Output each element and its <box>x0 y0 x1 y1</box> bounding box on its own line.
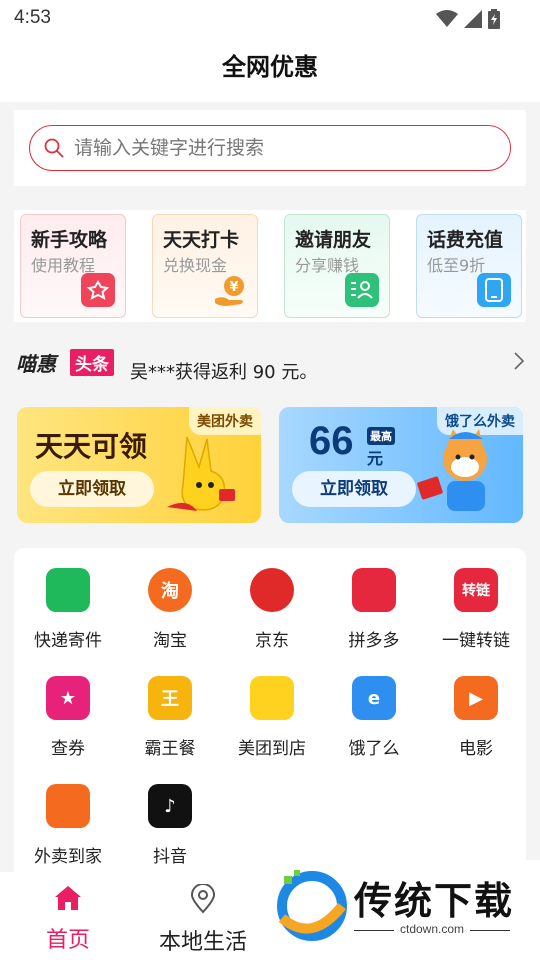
card-invite-friends[interactable]: 邀请朋友 分享赚钱 <box>284 214 390 318</box>
grid-item-taobao[interactable]: 淘淘宝 <box>119 568 221 651</box>
watermark-text: 传统下载 <box>354 879 515 923</box>
grid-item-pinduoduo[interactable]: 拼多多 <box>323 568 425 651</box>
search-input[interactable] <box>74 134 494 162</box>
invite-icon <box>345 273 379 307</box>
news-logo: 喵惠 <box>16 352 56 376</box>
coupon-icon: ★ <box>46 676 90 720</box>
grid-item-label: 查券 <box>51 739 85 759</box>
grid-item-label: 抖音 <box>153 847 187 867</box>
grid-item-package[interactable]: 快递寄件 <box>17 568 119 651</box>
page-title: 全网优惠 <box>222 53 318 81</box>
grid-item-label: 霸王餐 <box>144 739 196 759</box>
pinduoduo-icon <box>352 568 396 612</box>
banner-headline: 天天可领 <box>35 430 148 463</box>
grid-item-jd[interactable]: 京东 <box>221 568 323 651</box>
status-bar: 4:53 <box>0 0 540 38</box>
grid-item-label: 饿了么 <box>348 739 400 759</box>
watermark-logo-icon <box>277 870 347 941</box>
grid-item-label: 电影 <box>459 739 493 759</box>
grid-item-movie[interactable]: ▶ 电影 <box>425 676 527 759</box>
svg-text:¥: ¥ <box>229 280 238 295</box>
phone-icon <box>477 273 511 307</box>
signal-icon <box>464 10 482 28</box>
grid-icon-glyph: 淘 <box>161 581 179 602</box>
grid-item-meal[interactable]: 王霸王餐 <box>119 676 221 759</box>
tab-home[interactable]: 首页 <box>8 884 128 954</box>
claim-button[interactable]: 立即领取 <box>292 471 416 507</box>
movie-icon: ▶ <box>454 676 498 720</box>
grid-item-meituan[interactable]: 美团到店 <box>221 676 323 759</box>
chevron-right-icon <box>514 352 524 370</box>
status-time: 4:53 <box>14 7 51 28</box>
convert-link-icon: 转链 <box>454 568 498 612</box>
services-grid: 快递寄件淘淘宝 京东 拼多多 转链 一键转链 ★ 查券王霸王餐 美团到店 e 饿了么 ▶ 电影 外卖到家… <box>14 548 526 878</box>
grid-icon-glyph: ★ <box>59 687 77 709</box>
jd-icon <box>250 568 294 612</box>
gift-icon <box>81 273 115 307</box>
divider <box>470 930 510 931</box>
grid-item-convert-link[interactable]: 转链 一键转链 <box>425 568 527 651</box>
grid-item-coupon[interactable]: ★ 查券 <box>17 676 119 759</box>
news-tag: 头条 <box>70 349 114 376</box>
wifi-icon <box>436 10 458 27</box>
grid-icon-glyph: 王 <box>161 689 179 710</box>
shiba-mascot-icon <box>417 429 487 511</box>
card-phone-recharge[interactable]: 话费充值 低至9折 <box>416 214 522 318</box>
status-icons <box>436 9 500 29</box>
card-daily-checkin[interactable]: 天天打卡 兑换现金 ¥ <box>152 214 258 318</box>
news-text: 吴***获得返利 90 元。 <box>130 362 318 383</box>
tab-label: 本地生活 <box>158 930 247 955</box>
card-beginner-guide[interactable]: 新手攻略 使用教程 <box>20 214 126 318</box>
coin-hand-icon: ¥ <box>213 273 247 307</box>
meituan-icon <box>250 676 294 720</box>
grid-item-douyin[interactable]: ♪ 抖音 <box>119 784 221 867</box>
grid-item-takeout[interactable]: 外卖到家 <box>17 784 119 867</box>
quick-cards: 新手攻略 使用教程 天天打卡 兑换现金 ¥ 邀请朋友 分享赚钱 话费充值 低至9… <box>14 210 526 322</box>
banner-amount: 66 <box>309 419 354 463</box>
card-title: 天天打卡 <box>163 229 240 251</box>
claim-button[interactable]: 立即领取 <box>30 471 154 507</box>
eleme-icon: e <box>352 676 396 720</box>
grid-item-label: 拼多多 <box>348 631 400 651</box>
battery-icon <box>488 9 500 29</box>
search-box[interactable] <box>29 125 511 171</box>
grid-icon-glyph: ▶ <box>469 687 483 709</box>
banner-meituan[interactable]: 美团外卖 天天可领 立即领取 <box>17 407 261 523</box>
taobao-icon: 淘 <box>148 568 192 612</box>
meal-icon: 王 <box>148 676 192 720</box>
title-bar: 全网优惠 <box>0 38 540 102</box>
kangaroo-mascot-icon <box>167 436 235 511</box>
card-title: 邀请朋友 <box>295 229 372 251</box>
home-icon <box>55 886 81 910</box>
douyin-icon: ♪ <box>148 784 192 828</box>
search-icon <box>44 138 64 158</box>
banner-eleme[interactable]: 饿了么外卖 66 最高 元 立即领取 <box>279 407 523 523</box>
location-pin-icon <box>190 883 216 914</box>
watermark-url: ctdown.com <box>400 922 465 936</box>
tab-local-life[interactable]: 本地生活 <box>143 883 263 956</box>
news-ticker[interactable]: 喵惠 头条 吴***获得返利 90 元。 <box>0 338 540 384</box>
watermark: 传统下载 ctdown.com <box>270 860 540 960</box>
card-title: 新手攻略 <box>31 229 108 251</box>
tab-label: 首页 <box>45 928 90 953</box>
grid-icon-glyph: e <box>367 687 381 709</box>
takeout-icon <box>46 784 90 828</box>
grid-item-label: 一键转链 <box>442 631 510 651</box>
banner-unit: 元 <box>367 449 384 468</box>
grid-item-label: 淘宝 <box>153 631 187 651</box>
divider <box>354 930 394 931</box>
package-icon <box>46 568 90 612</box>
grid-item-label: 京东 <box>255 631 289 651</box>
grid-icon-glyph: 转链 <box>462 583 490 599</box>
grid-item-eleme[interactable]: e 饿了么 <box>323 676 425 759</box>
banner-amount-tag: 最高 <box>367 427 395 445</box>
grid-icon-glyph: ♪ <box>164 795 176 817</box>
search-section <box>14 110 526 186</box>
grid-item-label: 快递寄件 <box>34 631 102 651</box>
grid-item-label: 外卖到家 <box>34 847 102 867</box>
grid-item-label: 美团到店 <box>238 739 306 759</box>
card-title: 话费充值 <box>427 229 504 251</box>
